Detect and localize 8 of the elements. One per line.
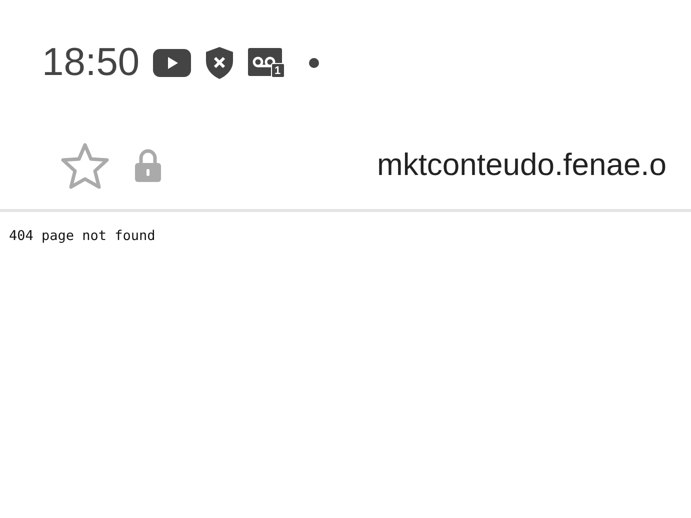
clock-time: 18:50 (42, 40, 140, 86)
notification-dot-icon (308, 58, 319, 68)
url-text[interactable]: mktconteudo.fenae.o (377, 142, 667, 189)
count-badge: 1 (270, 63, 285, 78)
bookmark-star-icon[interactable] (60, 142, 110, 190)
play-icon (152, 49, 191, 77)
shield-icon (206, 47, 233, 79)
error-message: 404 page not found (8, 227, 156, 246)
